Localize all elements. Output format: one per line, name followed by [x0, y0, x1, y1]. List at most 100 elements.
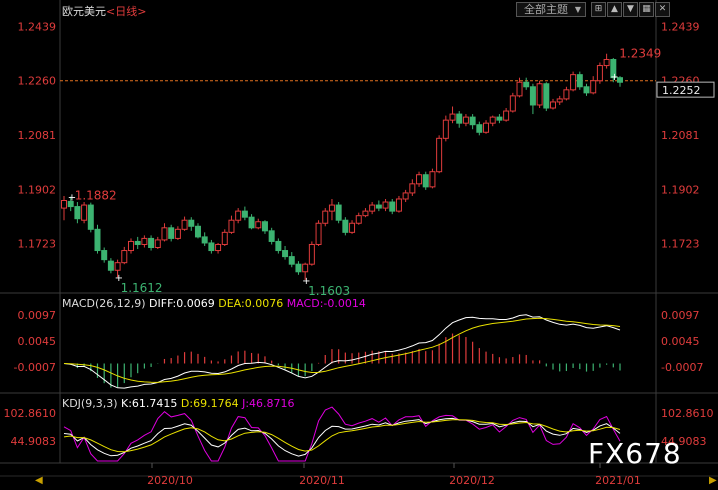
candle-body [483, 122, 490, 133]
settings-button[interactable]: ⊞ [591, 2, 606, 17]
candle-body [590, 80, 597, 94]
candle-body [127, 240, 134, 252]
candle-body [101, 250, 108, 261]
candle-body [134, 240, 141, 245]
candle-body [168, 227, 175, 239]
candle-body [429, 171, 436, 188]
candle-body [94, 228, 101, 252]
candle-body [409, 183, 416, 194]
candle-body [369, 204, 376, 212]
candle-body [255, 221, 262, 229]
annotation-high-left: 1.1882 [75, 188, 117, 202]
candle-body [315, 222, 322, 245]
macd-axis-left-label: 0.0097 [18, 309, 57, 322]
candle-body [416, 174, 423, 185]
candle-body [275, 240, 282, 252]
price-axis-left-label: 1.1902 [18, 183, 57, 196]
arrow-right-icon: ▶ [709, 475, 717, 486]
annotation-low-1: 1.1612 [121, 281, 163, 295]
macd-axis-right-label: -0.0007 [661, 361, 703, 374]
candle-body [556, 98, 563, 103]
close-button[interactable]: ✕ [655, 2, 670, 17]
candle-body [543, 83, 550, 109]
candle-body [476, 124, 483, 133]
candle-body [583, 86, 590, 94]
kdj-d-line [63, 419, 621, 453]
grid-icon: ▦ [642, 4, 651, 14]
candle-body [570, 74, 577, 91]
close-icon: ✕ [658, 4, 667, 14]
chevron-down-icon: ▼ [574, 5, 581, 14]
candle-body [87, 204, 94, 230]
candle-body [442, 119, 449, 139]
arrow-up-icon: ▲ [611, 4, 618, 14]
candle-body [395, 198, 402, 212]
candle-body [81, 204, 88, 221]
arrow-left-icon: ◀ [35, 475, 43, 486]
candle-body [154, 239, 161, 249]
macd-axis-left-label: -0.0007 [14, 361, 56, 374]
candle-body [61, 200, 67, 209]
candle-body [509, 95, 516, 112]
candle-body [342, 219, 349, 233]
date-axis-label: 2020/10 [147, 474, 193, 487]
candle-body [536, 83, 543, 106]
macd-diff-line [63, 314, 621, 389]
macd-axis-right-label: 0.0097 [661, 309, 700, 322]
candle-body [335, 204, 342, 221]
price-chart[interactable]: +1.1882+1.1612 +1.1603+1.2349 1.2439 1.243… [0, 0, 718, 490]
candle-body [268, 230, 275, 242]
indicator-select[interactable]: 全部主题 ▼ [516, 2, 586, 17]
candle-body [402, 192, 409, 200]
candle-body [596, 65, 603, 82]
macd-title: MACD(26,12,9) [62, 297, 146, 310]
kdj-j-line [63, 406, 621, 462]
macd-value: MACD:-0.0014 [286, 297, 366, 310]
candle-body [215, 243, 222, 252]
candle-body [181, 219, 188, 230]
macd-axis-left-label: 0.0045 [18, 335, 57, 348]
candle-body [208, 242, 215, 252]
kdj-axis-right-label: 102.8610 [661, 407, 714, 420]
symbol-name: 欧元美元 [62, 5, 106, 18]
marker-icon: + [610, 72, 618, 83]
candle-body [449, 113, 456, 121]
candle-body [295, 263, 302, 273]
scroll-up-button[interactable]: ▲ [607, 2, 622, 17]
arrow-down-icon: ▼ [627, 4, 634, 14]
chart-title: 欧元美元<日线> [62, 3, 146, 19]
kdj-axis-left-label: 44.9083 [11, 435, 57, 448]
kdj-k: K:61.7415 [121, 397, 178, 410]
grid-button[interactable]: ▦ [639, 2, 654, 17]
scroll-down-button[interactable]: ▼ [623, 2, 638, 17]
candle-body [282, 250, 289, 258]
candle-body [308, 243, 315, 265]
scroll-right-button[interactable]: ▶ [709, 475, 717, 486]
candle-body [389, 201, 396, 212]
price-axis-left-label: 1.2081 [18, 129, 57, 142]
price-axis-left-label: 1.2260 [18, 75, 57, 88]
kdj-j: J:46.8716 [242, 397, 295, 410]
candle-body [174, 228, 181, 239]
annotation-high-right: 1.2349 [619, 47, 661, 61]
date-axis-label: 2021/01 [595, 474, 641, 487]
candle-body [382, 201, 389, 209]
macd-dea: DEA:0.0076 [218, 297, 284, 310]
date-axis-label: 2020/12 [449, 474, 495, 487]
candle-body [248, 216, 255, 229]
candle-body [107, 260, 114, 271]
candle-body [462, 116, 469, 124]
annotation-low-2: 1.1603 [308, 284, 350, 298]
candle-body [114, 262, 121, 271]
candle-body [148, 237, 155, 249]
candle-body [516, 81, 523, 97]
macd-dea-line [63, 317, 621, 383]
candle-body [576, 74, 583, 88]
period-label[interactable]: <日线> [106, 5, 146, 18]
scroll-left-button[interactable]: ◀ [35, 475, 43, 486]
watermark-logo: FX678 [588, 437, 682, 470]
candle-body [221, 231, 228, 245]
candle-body [161, 227, 168, 241]
indicator-select-label: 全部主题 [524, 3, 568, 16]
candle-body [469, 116, 476, 126]
